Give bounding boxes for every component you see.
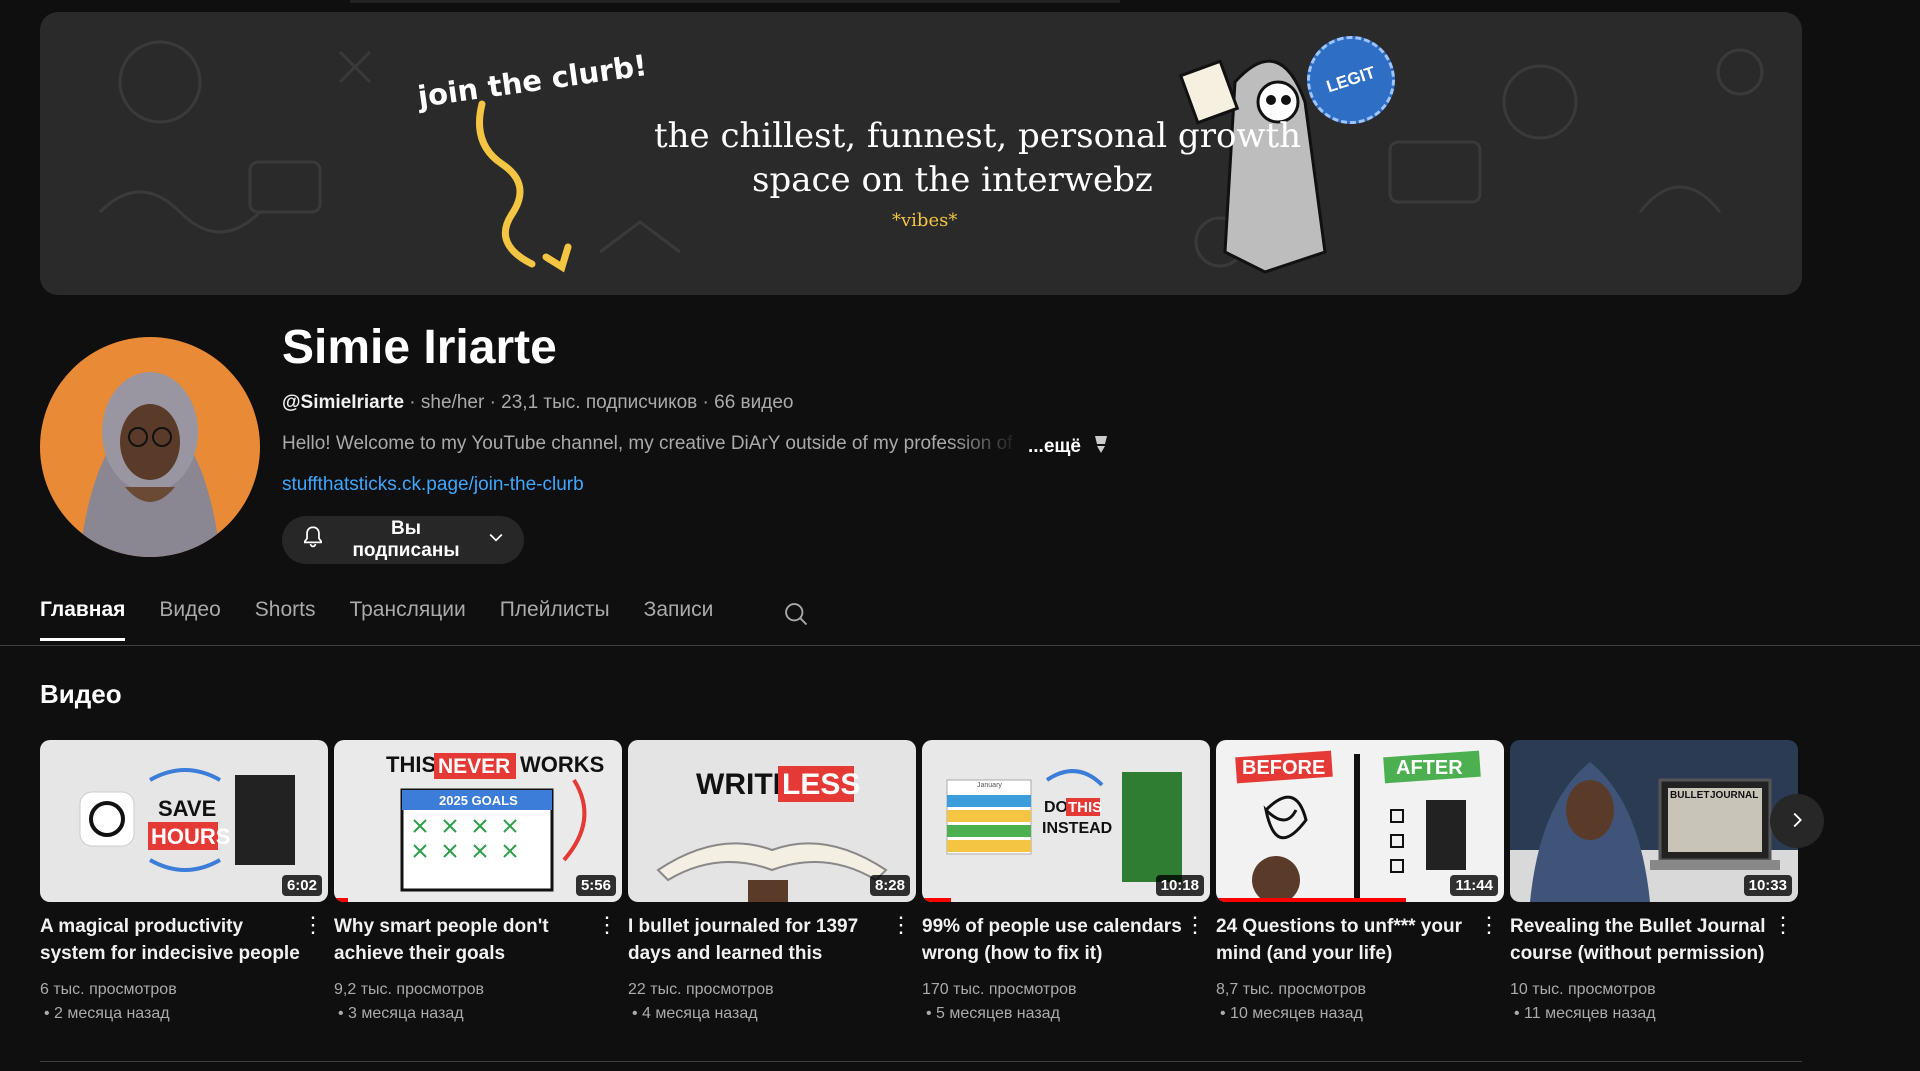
video-thumbnail[interactable]: January DO THIS INSTEAD 10:18 xyxy=(922,740,1210,902)
thumb-text-hours: HOURS xyxy=(151,824,230,849)
video-age: • 5 месяцев назад xyxy=(926,1005,1060,1022)
video-title[interactable]: 24 Questions to unf*** your mind (and yo… xyxy=(1216,913,1476,967)
tab-shorts[interactable]: Shorts xyxy=(255,598,316,641)
tabs-divider xyxy=(0,645,1920,646)
video-age: • 3 месяца назад xyxy=(338,1005,464,1022)
more-actions-icon[interactable]: ⋮ xyxy=(890,912,912,938)
video-title[interactable]: 99% of people use calendars wrong (how t… xyxy=(922,913,1182,967)
video-age: • 11 месяцев назад xyxy=(1514,1005,1656,1022)
top-divider xyxy=(350,0,1120,3)
thumb-text-after: AFTER xyxy=(1396,757,1463,779)
banner-vibes: *vibes* xyxy=(892,210,958,231)
channel-stats: · she/her · 23,1 тыс. подписчиков · 66 в… xyxy=(404,392,794,413)
subscribed-button[interactable]: Вы подписаны xyxy=(282,516,524,564)
video-card[interactable]: SAVE HOURS 6:02 A magical productivity s… xyxy=(40,740,328,1022)
video-thumbnail[interactable]: SAVE HOURS 6:02 xyxy=(40,740,328,902)
video-card[interactable]: WRITE LESS 8:28 I bullet journaled for 1… xyxy=(628,740,916,1022)
channel-name: Simie Iriarte xyxy=(282,321,557,374)
more-actions-icon[interactable]: ⋮ xyxy=(1478,912,1500,938)
thumb-text-never: NEVER xyxy=(438,755,510,778)
tab-playlists[interactable]: Плейлисты xyxy=(500,598,610,641)
avatar[interactable] xyxy=(40,337,260,557)
channel-description[interactable]: Hello! Welcome to my YouTube channel, my… xyxy=(282,433,1110,461)
video-title[interactable]: Why smart people don't achieve their goa… xyxy=(334,913,594,967)
subscribed-label: Вы подписаны xyxy=(352,518,460,561)
chevron-down-icon xyxy=(486,527,506,553)
video-views: 9,2 тыс. просмотров xyxy=(334,981,485,998)
thumb-text-this: THIS xyxy=(386,752,436,777)
video-card[interactable]: BULLET JOURNAL 10:33 Revealing the Bulle… xyxy=(1510,740,1798,1022)
banner-tagline-1: the chillest, funnest, personal growth xyxy=(654,116,1302,156)
section-title: Видео xyxy=(40,679,122,709)
description-text: Hello! Welcome to my YouTube channel, my… xyxy=(282,433,1013,454)
thumb-text-this-2: THIS xyxy=(1068,799,1102,816)
video-duration: 10:33 xyxy=(1743,875,1792,896)
video-duration: 8:28 xyxy=(869,875,910,896)
video-card[interactable]: January DO THIS INSTEAD 10:18 99% of peo… xyxy=(922,740,1210,1022)
video-thumbnail[interactable]: BEFORE AFTER 11:44 xyxy=(1216,740,1504,902)
chevron-right-icon xyxy=(1786,809,1808,834)
video-title[interactable]: A magical productivity system for indeci… xyxy=(40,913,300,967)
tab-home[interactable]: Главная xyxy=(40,598,126,641)
more-actions-icon[interactable]: ⋮ xyxy=(596,912,618,938)
thumb-text-works: WORKS xyxy=(520,752,604,777)
banner-tagline-2: space on the interwebz xyxy=(752,160,1153,200)
video-views: 8,7 тыс. просмотров xyxy=(1216,981,1367,998)
more-actions-icon[interactable]: ⋮ xyxy=(302,912,324,938)
video-views: 10 тыс. просмотров xyxy=(1510,981,1656,998)
tab-posts[interactable]: Записи xyxy=(644,598,714,641)
tab-videos[interactable]: Видео xyxy=(159,598,220,641)
video-title[interactable]: Revealing the Bullet Journal course (wit… xyxy=(1510,913,1770,967)
thumb-text-bullet: BULLET xyxy=(1670,790,1709,801)
video-duration: 11:44 xyxy=(1450,875,1498,896)
video-views: 22 тыс. просмотров xyxy=(628,981,774,998)
channel-meta: @SimieIriarte · she/her · 23,1 тыс. подп… xyxy=(282,392,794,414)
watch-progress xyxy=(922,898,951,902)
watch-progress xyxy=(334,898,349,902)
tab-live[interactable]: Трансляции xyxy=(349,598,465,641)
video-views: 6 тыс. просмотров xyxy=(40,981,177,998)
video-thumbnail[interactable]: WRITE LESS 8:28 xyxy=(628,740,916,902)
channel-link[interactable]: stuffthatsticks.ck.page/join-the-clurb xyxy=(282,474,584,496)
thumb-text-january: January xyxy=(977,782,1002,789)
more-actions-icon[interactable]: ⋮ xyxy=(1772,912,1794,938)
video-age: • 2 месяца назад xyxy=(44,1005,170,1022)
shelf-next-button[interactable] xyxy=(1770,794,1824,848)
bell-icon xyxy=(300,524,326,556)
watch-progress xyxy=(1216,898,1407,902)
video-duration: 6:02 xyxy=(281,875,322,896)
search-icon[interactable] xyxy=(782,600,810,633)
video-thumbnail[interactable]: BULLET JOURNAL 10:33 xyxy=(1510,740,1798,902)
more-actions-icon[interactable]: ⋮ xyxy=(1184,912,1206,938)
channel-banner: join the clurb! the chillest, funnest, p… xyxy=(40,12,1802,295)
thumb-text-before: BEFORE xyxy=(1242,757,1325,779)
video-card[interactable]: BEFORE AFTER 11:44 24 Questions to unf**… xyxy=(1216,740,1504,1022)
video-views: 170 тыс. просмотров xyxy=(922,981,1077,998)
badge-icon xyxy=(1092,433,1110,461)
video-title[interactable]: I bullet journaled for 1397 days and lea… xyxy=(628,913,888,967)
video-duration: 5:56 xyxy=(575,875,616,896)
channel-tabs: Главная Видео Shorts Трансляции Плейлист… xyxy=(40,598,747,641)
video-duration: 10:18 xyxy=(1155,875,1204,896)
video-age: • 10 месяцев назад xyxy=(1220,1005,1363,1022)
thumb-text-journal: JOURNAL xyxy=(1710,790,1758,801)
section-divider xyxy=(40,1061,1802,1062)
thumb-text-save: SAVE xyxy=(158,796,216,821)
video-thumbnail[interactable]: THIS NEVER WORKS 2025 GOALS 5:56 xyxy=(334,740,622,902)
video-age: • 4 месяца назад xyxy=(632,1005,758,1022)
thumb-text-instead: INSTEAD xyxy=(1042,820,1112,837)
thumb-text-do: DO xyxy=(1044,799,1068,816)
avatar-illustration xyxy=(80,372,220,557)
video-card[interactable]: THIS NEVER WORKS 2025 GOALS 5:56 Why sma… xyxy=(334,740,622,1022)
more-link[interactable]: ...ещё xyxy=(1028,436,1081,457)
thumb-text-goals: 2025 GOALS xyxy=(439,793,518,808)
channel-handle[interactable]: @SimieIriarte xyxy=(282,392,404,413)
thumb-text-less: LESS xyxy=(782,768,860,801)
